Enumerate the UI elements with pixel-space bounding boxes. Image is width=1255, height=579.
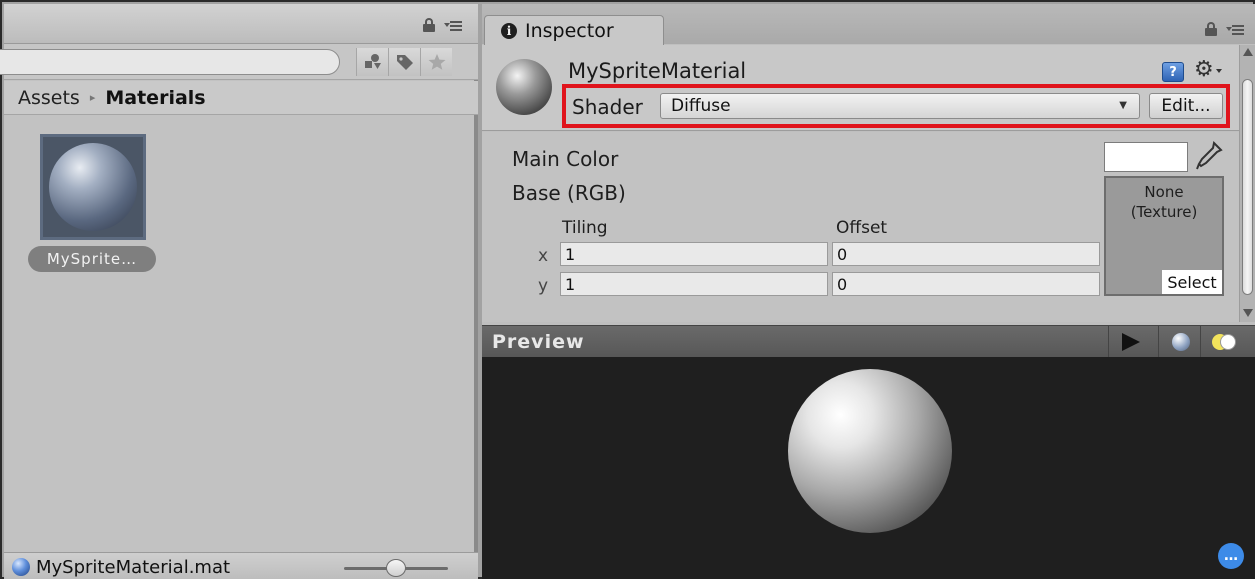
tab-inspector[interactable]: i Inspector <box>484 15 664 46</box>
scrollbar-thumb[interactable] <box>1242 79 1253 295</box>
favorites-star-icon <box>428 54 445 70</box>
eyedropper-icon[interactable] <box>1194 140 1224 172</box>
search-by-label-button[interactable] <box>388 48 420 76</box>
selected-file-name: MySpriteMaterial.mat <box>36 557 231 578</box>
edit-shader-button[interactable]: Edit... <box>1149 93 1223 119</box>
scroll-up-arrow-icon[interactable] <box>1243 48 1253 56</box>
gear-dropdown-caret-icon <box>1216 69 1222 73</box>
project-panel: Assets ▸ Materials MySprite… MySpriteMat… <box>0 4 478 579</box>
project-tab-bar <box>4 4 478 44</box>
dropdown-arrow-icon: ▼ <box>1119 100 1127 111</box>
breadcrumb-materials[interactable]: Materials <box>105 87 205 109</box>
preview-sphere <box>788 369 952 533</box>
material-icon <box>12 558 30 576</box>
offset-y-field[interactable]: 0 <box>832 272 1100 296</box>
inspector-tab-label: Inspector <box>525 20 614 42</box>
light-toggle-icon[interactable] <box>1212 334 1236 350</box>
preview-viewport[interactable]: … <box>482 357 1255 579</box>
shader-dropdown-value: Diffuse <box>671 96 731 116</box>
material-asset-thumbnail[interactable] <box>40 134 146 240</box>
search-input[interactable] <box>0 49 340 75</box>
sphere-toggle-icon[interactable] <box>1172 333 1190 351</box>
inspector-tab-bar: i Inspector <box>482 4 1255 46</box>
search-by-label-icon <box>396 55 413 70</box>
tiling-y-field[interactable]: 1 <box>560 272 828 296</box>
inspector-scrollbar[interactable] <box>1239 45 1255 322</box>
thumbnail-size-slider-handle[interactable] <box>386 559 406 577</box>
help-icon[interactable]: ? <box>1162 62 1184 82</box>
breadcrumb-assets[interactable]: Assets <box>18 87 80 109</box>
texture-none-text: None (Texture) <box>1106 182 1222 222</box>
project-status-bar: MySpriteMaterial.mat <box>4 552 478 579</box>
material-preview-icon <box>496 59 552 115</box>
search-by-type-icon <box>364 54 381 69</box>
main-color-swatch[interactable] <box>1104 142 1188 172</box>
toolbar-divider <box>1158 326 1159 358</box>
breadcrumb-separator-icon: ▸ <box>89 91 96 104</box>
material-header: MySpriteMaterial ? ⚙ Shader Diffuse ▼ Ed… <box>482 45 1239 131</box>
material-sphere-preview <box>49 143 137 231</box>
info-icon: i <box>501 23 517 39</box>
offset-label: Offset <box>836 218 888 238</box>
toolbar-divider <box>1108 326 1109 358</box>
texture-none-label: None <box>1144 183 1184 201</box>
breadcrumb: Assets ▸ Materials <box>4 81 478 115</box>
tiling-x-field[interactable]: 1 <box>560 242 828 266</box>
shader-row-highlight: Shader Diffuse ▼ Edit... <box>562 84 1230 128</box>
offset-x-field[interactable]: 0 <box>832 242 1100 266</box>
shader-label: Shader <box>572 95 643 119</box>
gear-icon[interactable]: ⚙ <box>1194 57 1214 82</box>
tiling-label: Tiling <box>562 218 608 238</box>
save-search-button[interactable] <box>420 48 452 76</box>
tiling-y-axis-label: y <box>538 276 549 296</box>
texture-type-label: (Texture) <box>1130 203 1198 221</box>
scroll-down-arrow-icon[interactable] <box>1243 309 1253 317</box>
play-icon[interactable] <box>1122 333 1140 351</box>
search-toolbar <box>0 44 478 80</box>
inspector-panel: i Inspector MySpriteMaterial ? ⚙ Shader … <box>482 4 1255 579</box>
toolbar-divider <box>1200 326 1201 358</box>
shader-dropdown[interactable]: Diffuse ▼ <box>660 93 1140 119</box>
search-by-type-button[interactable] <box>356 48 388 76</box>
preview-header: Preview <box>482 325 1255 358</box>
editor-window: Assets ▸ Materials MySprite… MySpriteMat… <box>0 0 1255 579</box>
lock-icon[interactable] <box>1204 22 1218 36</box>
preview-title: Preview <box>492 331 585 353</box>
base-texture-slot[interactable]: None (Texture) Select <box>1104 176 1224 296</box>
main-color-label: Main Color <box>512 147 619 171</box>
base-rgb-label: Base (RGB) <box>512 181 626 205</box>
panel-menu-icon[interactable] <box>444 19 462 31</box>
texture-select-button[interactable]: Select <box>1162 270 1222 294</box>
tiling-x-axis-label: x <box>538 246 549 266</box>
panel-menu-icon[interactable] <box>1226 23 1244 35</box>
chat-icon[interactable]: … <box>1218 543 1244 569</box>
asset-label[interactable]: MySprite… <box>28 246 156 272</box>
material-properties: Main Color Base (RGB) Tiling Offset x 1 … <box>482 132 1239 322</box>
material-name: MySpriteMaterial <box>568 59 747 83</box>
lock-icon[interactable] <box>422 18 436 32</box>
